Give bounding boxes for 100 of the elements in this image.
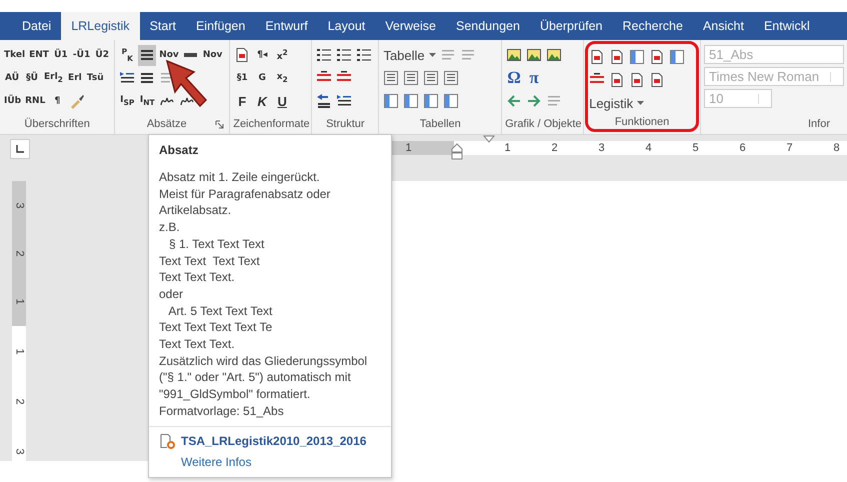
ribbon-button[interactable]: Nov xyxy=(202,44,224,66)
tab-stop-selector[interactable] xyxy=(10,139,30,159)
table-icon xyxy=(383,93,400,109)
table-icon xyxy=(423,93,440,109)
ribbon-button[interactable]: Erl$_{2}$ xyxy=(43,68,64,88)
paragraph-lines-icon xyxy=(139,70,156,86)
table-icon xyxy=(629,49,646,65)
ribbon-button[interactable]: Ω xyxy=(505,68,524,88)
ribbon-button[interactable]: Legistik xyxy=(588,92,646,114)
ribbon-button[interactable]: K xyxy=(253,90,272,112)
group-label: Struktur xyxy=(325,118,366,130)
ribbon-button[interactable]: Tsü xyxy=(86,68,105,88)
ribbon-button[interactable]: §Ü xyxy=(23,68,41,88)
numbered-list-icon xyxy=(336,47,352,63)
ribbon-button[interactable]: I$_{NT}$ xyxy=(138,90,156,112)
ruler-number: 3 xyxy=(14,448,24,454)
ribbon-tab[interactable]: Start xyxy=(140,12,186,40)
tooltip-text: Text Text Text Text Te xyxy=(159,319,274,336)
ribbon-button[interactable]: Tabelle xyxy=(382,44,437,66)
document-icon xyxy=(609,72,626,88)
ribbon-button[interactable]: F xyxy=(233,90,252,112)
tooltip-text: Text Text Text Text xyxy=(159,252,261,270)
tooltip-text: Zusätzlich wird das Gliederungssymbol xyxy=(159,352,368,370)
ribbon-button[interactable]: Ü1 xyxy=(52,44,70,66)
ruler-number: 2 xyxy=(14,250,24,257)
ribbon-tab[interactable]: Entwickl xyxy=(754,12,820,40)
ribbon-button[interactable]: Erl xyxy=(66,68,84,88)
ribbon-button[interactable]: ¶◂ xyxy=(253,44,272,66)
table-icon xyxy=(669,49,686,65)
ribbon-tab[interactable]: Ansicht xyxy=(692,12,754,40)
ribbon-tab[interactable]: Layout xyxy=(318,12,376,40)
ribbon-tab[interactable]: Einfügen xyxy=(186,12,256,40)
template-gear-icon xyxy=(159,432,175,449)
ribbon-button[interactable]: ¶ xyxy=(48,90,66,112)
tooltip-text: z.B. xyxy=(159,219,181,236)
document-icon xyxy=(234,47,250,63)
numbered-list-icon xyxy=(316,47,332,63)
ruler-number: 2 xyxy=(14,398,24,404)
tooltip-text: ("§ 1." oder "Art. 5") automatisch mit xyxy=(159,369,352,386)
mouse-pointer-icon xyxy=(164,58,210,110)
ribbon-button[interactable]: G xyxy=(253,68,272,88)
ribbon-button[interactable]: §1 xyxy=(233,68,252,88)
tooltip-text: "991_GldSymbol" formatiert. xyxy=(159,386,312,403)
ruler-number: 1 xyxy=(14,298,24,305)
ribbon-button[interactable]: RNL xyxy=(24,90,46,112)
ruler-number: 8 xyxy=(832,142,841,154)
ribbon-tab[interactable]: Sendungen xyxy=(446,12,530,40)
ribbon-button[interactable]: Tkel xyxy=(3,44,26,66)
ribbon-button[interactable]: x$_{2}$ xyxy=(273,68,292,88)
ribbon-button[interactable]: U xyxy=(273,90,292,112)
tooltip-title: Absatz xyxy=(158,143,200,159)
document-icon xyxy=(649,72,666,88)
picture-icon xyxy=(546,47,562,63)
ruler-number: 2 xyxy=(550,142,559,154)
ribbon-tab[interactable]: Verweise xyxy=(375,12,446,40)
ruler-number: 1 xyxy=(404,142,413,154)
dialog-launcher-icon[interactable] xyxy=(215,120,224,128)
ruler-number: 1 xyxy=(503,142,512,154)
ribbon-tab[interactable]: Überprüfen xyxy=(530,12,612,40)
ribbon-button[interactable] xyxy=(138,44,156,66)
ribbon-tab[interactable]: Datei xyxy=(12,12,62,40)
document-icon xyxy=(609,49,626,65)
ribbon-button[interactable]: AÜ xyxy=(3,68,21,88)
group-label: Absätze xyxy=(146,118,188,130)
document-icon xyxy=(589,49,606,65)
arrow-right-icon xyxy=(526,93,542,109)
picture-icon xyxy=(506,47,522,63)
indent-marker-icon[interactable] xyxy=(451,143,463,161)
ribbon-button[interactable]: π xyxy=(525,68,544,88)
ribbon-button[interactable]: x$^{2}$ xyxy=(273,44,292,66)
ruler-number: 7 xyxy=(785,142,794,154)
align-icon xyxy=(383,70,400,86)
ribbon-button[interactable]: -Ü1 xyxy=(72,44,92,66)
table-icon xyxy=(403,93,420,109)
document-icon xyxy=(629,72,646,88)
tooltip-text: Formatvorlage: 51_Abs xyxy=(159,402,285,420)
caret-icon xyxy=(637,101,644,105)
tooltip-text: Meist für Paragrafenabsatz oder xyxy=(159,186,332,202)
numbered-list-icon xyxy=(356,47,372,63)
ribbon-button[interactable]: ENT xyxy=(28,44,50,66)
ribbon-button[interactable]: Ü2 xyxy=(93,44,112,66)
ribbon-tab[interactable]: Recherche xyxy=(612,12,693,40)
group-label: Grafik / Objekte xyxy=(505,118,582,130)
caret-icon xyxy=(428,53,436,57)
ribbon-tab[interactable]: LRLegistik xyxy=(61,12,140,40)
tooltip-text: Absatz mit 1. Zeile eingerückt. xyxy=(159,169,321,186)
group-label: Zeichenformate xyxy=(233,118,310,130)
group-label: Infor xyxy=(807,118,832,130)
align-icon xyxy=(423,70,440,86)
ruler-number: 6 xyxy=(738,142,747,154)
tooltip-text: Art. 5 Text Text Text xyxy=(167,302,274,320)
ribbon-button[interactable]: I$_{SP}$ xyxy=(118,90,136,112)
template-name: TSA_LRLegistik2010_2013_2016 xyxy=(181,434,366,448)
tooltip-text: oder xyxy=(159,286,184,303)
ruler-number: 5 xyxy=(691,142,700,154)
align-icon xyxy=(443,70,460,86)
ribbon-tab[interactable]: Entwurf xyxy=(255,12,318,40)
tooltip-text: Artikelabsatz. xyxy=(159,202,232,220)
ribbon-button[interactable]: IÜb xyxy=(3,90,22,112)
more-info-link[interactable]: Weitere Infos xyxy=(181,454,252,469)
